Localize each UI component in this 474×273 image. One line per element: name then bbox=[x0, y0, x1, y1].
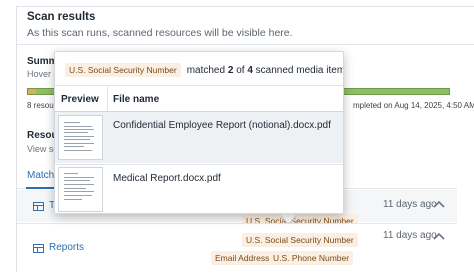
resource-link[interactable]: Reports bbox=[49, 242, 84, 253]
divider bbox=[17, 44, 474, 45]
matched-count: 2 bbox=[227, 64, 234, 76]
document-thumbnail[interactable] bbox=[58, 167, 103, 212]
scan-results-description: As this scan runs, scanned resources wil… bbox=[27, 27, 293, 39]
chevron-up-icon[interactable] bbox=[433, 231, 445, 241]
popover-tag: U.S. Social Security Number bbox=[65, 63, 181, 77]
file-name[interactable]: Confidential Employee Report (notional).… bbox=[113, 120, 331, 131]
chevron-up-icon[interactable] bbox=[433, 199, 445, 209]
scan-progress-pending bbox=[28, 89, 37, 94]
file-row[interactable]: Confidential Employee Report (notional).… bbox=[55, 112, 343, 163]
column-header-file-name: File name bbox=[113, 94, 160, 105]
popover-text-suffix: scanned media items. bbox=[255, 64, 344, 76]
table-icon bbox=[33, 202, 44, 211]
table-icon bbox=[33, 244, 44, 253]
tab-active-indicator bbox=[26, 187, 56, 189]
table-row[interactable]: Reports 11 days ago U.S. Social Security… bbox=[17, 223, 457, 273]
popover-header: U.S. Social Security Number matched 2 of… bbox=[65, 63, 344, 77]
row-timestamp: 11 days ago bbox=[383, 230, 437, 241]
popover-text-prefix: matched bbox=[186, 64, 226, 76]
column-separator bbox=[107, 85, 108, 111]
document-thumbnail[interactable] bbox=[58, 115, 103, 160]
popover-text-middle: of bbox=[236, 64, 245, 76]
row-timestamp: 11 days ago bbox=[383, 199, 437, 210]
column-header-preview: Preview bbox=[61, 94, 99, 105]
match-tag[interactable]: U.S. Social Security Number bbox=[242, 233, 358, 247]
file-row[interactable]: Medical Report.docx.pdf bbox=[55, 164, 343, 213]
file-name[interactable]: Medical Report.docx.pdf bbox=[113, 173, 221, 184]
match-tag[interactable]: Email Address bbox=[211, 251, 274, 265]
scan-results-title: Scan results bbox=[27, 11, 96, 23]
match-popover: U.S. Social Security Number matched 2 of… bbox=[54, 51, 344, 214]
progress-right-label: mpleted on Aug 14, 2025, 4:50 AM bbox=[353, 101, 474, 110]
divider bbox=[55, 85, 343, 86]
match-tag[interactable]: U.S. Phone Number bbox=[269, 251, 354, 265]
total-count: 4 bbox=[247, 64, 253, 76]
